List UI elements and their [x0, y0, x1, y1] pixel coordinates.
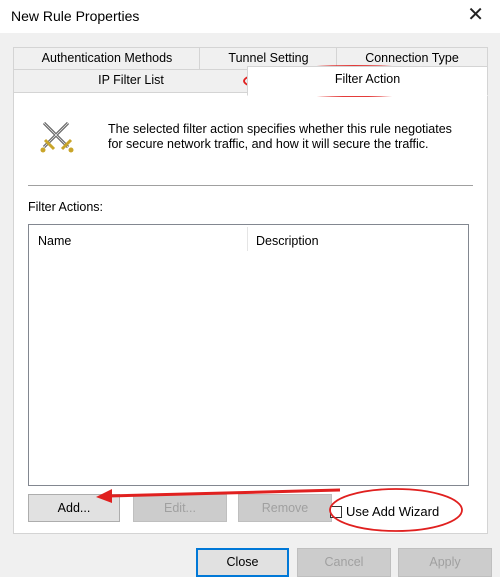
- window-title: New Rule Properties: [11, 8, 140, 24]
- tab-authentication-methods[interactable]: Authentication Methods: [13, 47, 201, 71]
- cancel-button[interactable]: Cancel: [297, 548, 391, 577]
- crossed-swords-icon: [40, 121, 74, 153]
- close-button[interactable]: Close: [196, 548, 289, 577]
- tab-filter-action[interactable]: Filter Action: [247, 66, 488, 96]
- close-icon[interactable]: ✕: [467, 5, 484, 25]
- apply-button[interactable]: Apply: [398, 548, 492, 577]
- list-header: Name Description: [29, 225, 468, 253]
- description-text: The selected filter action specifies whe…: [108, 122, 452, 151]
- edit-button[interactable]: Edit...: [133, 494, 227, 522]
- separator: [28, 185, 473, 186]
- filter-actions-label: Filter Actions:: [28, 200, 104, 214]
- column-divider[interactable]: [247, 227, 248, 251]
- tab-ip-filter-list[interactable]: IP Filter List: [13, 69, 249, 94]
- column-header-description[interactable]: Description: [256, 234, 319, 248]
- title-bar: New Rule Properties ✕: [0, 0, 500, 33]
- add-button[interactable]: Add...: [28, 494, 120, 522]
- column-header-name[interactable]: Name: [38, 234, 71, 248]
- filter-actions-list[interactable]: Name Description: [28, 224, 469, 486]
- checkbox-box[interactable]: [330, 506, 342, 518]
- use-add-wizard-label[interactable]: Use Add Wizard: [346, 504, 439, 519]
- remove-button[interactable]: Remove: [238, 494, 332, 522]
- filter-action-panel: The selected filter action specifies whe…: [13, 92, 488, 534]
